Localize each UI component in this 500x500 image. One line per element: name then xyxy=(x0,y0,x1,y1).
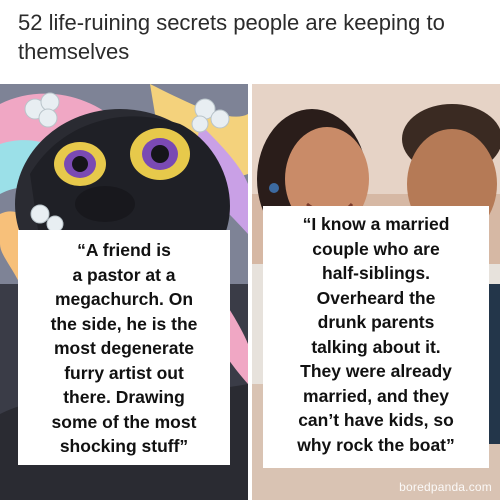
right-image-panel: “I know a married couple who are half-si… xyxy=(252,84,500,500)
page: 52 life-ruining secrets people are keepi… xyxy=(0,0,500,500)
left-image-panel: “A friend is a pastor at a megachurch. O… xyxy=(0,84,248,500)
article-headline: 52 life-ruining secrets people are keepi… xyxy=(18,10,445,64)
quote-card-left: “A friend is a pastor at a megachurch. O… xyxy=(18,230,230,465)
quote-card-right: “I know a married couple who are half-si… xyxy=(263,206,489,468)
boredpanda-watermark: boredpanda.com xyxy=(399,480,492,494)
